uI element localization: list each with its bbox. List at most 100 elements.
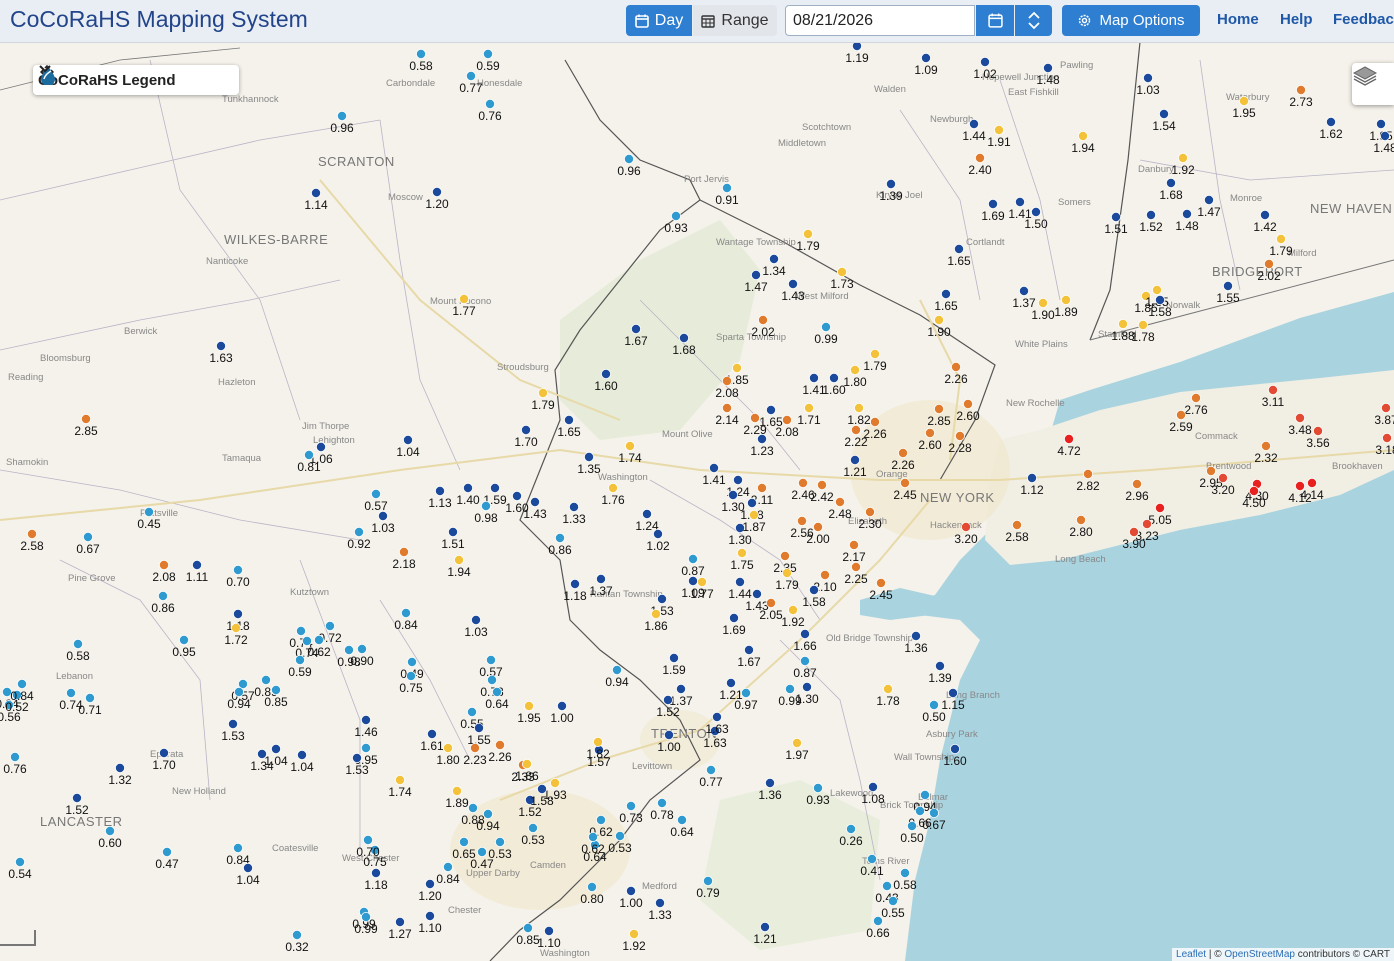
station-dot[interactable] — [821, 321, 832, 332]
station-dot[interactable] — [1261, 440, 1272, 451]
station-marker[interactable]: 0.67 — [76, 532, 100, 556]
station-dot[interactable] — [782, 568, 793, 579]
station-dot[interactable] — [537, 784, 548, 795]
station-dot[interactable] — [625, 440, 636, 451]
station-dot[interactable] — [1249, 485, 1260, 496]
station-marker[interactable]: 0.57 — [364, 488, 388, 513]
station-dot[interactable] — [679, 332, 690, 343]
station-dot[interactable] — [852, 42, 862, 51]
station-marker[interactable]: 1.69 — [722, 613, 746, 637]
station-dot[interactable] — [467, 803, 478, 814]
station-marker[interactable]: 2.25 — [844, 562, 868, 586]
station-marker[interactable]: 1.52 — [65, 793, 89, 817]
station-marker[interactable]: 0.99 — [814, 321, 838, 346]
station-dot[interactable] — [295, 626, 306, 637]
station-dot[interactable] — [780, 551, 791, 562]
station-marker[interactable]: 1.65 — [557, 414, 581, 439]
station-marker[interactable]: 0.71 — [78, 693, 102, 717]
station-dot[interactable] — [929, 808, 940, 819]
station-marker[interactable]: 0.96 — [330, 111, 354, 135]
station-marker[interactable]: 1.32 — [108, 763, 132, 787]
station-marker[interactable]: 1.95 — [517, 701, 541, 725]
station-dot[interactable] — [596, 574, 607, 585]
station-dot[interactable] — [601, 368, 612, 379]
chevron-up-icon[interactable] — [1027, 11, 1040, 19]
station-marker[interactable]: 0.86 — [151, 591, 175, 615]
station-dot[interactable] — [1376, 119, 1387, 130]
station-dot[interactable] — [1111, 211, 1122, 222]
station-dot[interactable] — [954, 243, 965, 254]
station-dot[interactable] — [313, 635, 324, 646]
station-dot[interactable] — [424, 911, 435, 922]
station-dot[interactable] — [1204, 194, 1215, 205]
station-dot[interactable] — [1159, 109, 1170, 120]
station-marker[interactable]: 1.23 — [750, 433, 774, 458]
station-marker[interactable]: 2.56 — [790, 516, 814, 540]
station-marker[interactable]: 0.76 — [478, 99, 502, 123]
station-marker[interactable]: 0.70 — [226, 565, 250, 589]
station-marker[interactable]: 1.18 — [563, 579, 587, 603]
station-dot[interactable] — [451, 786, 462, 797]
station-marker[interactable]: 1.37 — [1012, 285, 1036, 310]
station-marker[interactable]: 1.51 — [1104, 211, 1128, 236]
station-marker[interactable]: 0.84 — [10, 679, 34, 703]
station-dot[interactable] — [466, 707, 477, 718]
station-marker[interactable]: 1.19 — [845, 42, 869, 65]
station-dot[interactable] — [402, 434, 413, 445]
station-dot[interactable] — [458, 837, 469, 848]
station-marker[interactable]: 1.47 — [1197, 194, 1221, 219]
station-dot[interactable] — [521, 424, 532, 435]
station-dot[interactable] — [935, 661, 946, 672]
station-dot[interactable] — [920, 790, 931, 801]
station-dot[interactable] — [1076, 515, 1087, 526]
station-dot[interactable] — [415, 49, 426, 60]
station-dot[interactable] — [1027, 472, 1038, 483]
station-dot[interactable] — [803, 228, 814, 239]
station-dot[interactable] — [988, 198, 999, 209]
station-dot[interactable] — [850, 454, 861, 465]
station-dot[interactable] — [1218, 472, 1229, 483]
range-button[interactable]: Range — [693, 5, 777, 36]
station-dot[interactable] — [929, 700, 940, 711]
station-dot[interactable] — [270, 685, 281, 696]
station-marker[interactable]: 0.87 — [681, 554, 705, 578]
station-marker[interactable]: 1.71 — [797, 402, 821, 427]
station-dot[interactable] — [555, 533, 566, 544]
station-dot[interactable] — [161, 847, 172, 858]
station-dot[interactable] — [1178, 152, 1189, 163]
station-marker[interactable]: 0.99 — [354, 912, 378, 936]
station-dot[interactable] — [629, 929, 640, 940]
station-dot[interactable] — [1260, 209, 1271, 220]
station-dot[interactable] — [233, 687, 244, 698]
station-dot[interactable] — [737, 548, 748, 559]
station-dot[interactable] — [868, 782, 879, 793]
station-marker[interactable]: 0.86 — [548, 533, 572, 557]
station-dot[interactable] — [370, 868, 381, 879]
station-marker[interactable]: 1.91 — [987, 125, 1011, 149]
station-dot[interactable] — [851, 424, 862, 435]
station-dot[interactable] — [911, 631, 922, 642]
nav-help-link[interactable]: Help — [1280, 11, 1313, 28]
station-dot[interactable] — [569, 501, 580, 512]
station-dot[interactable] — [370, 488, 381, 499]
station-dot[interactable] — [351, 753, 362, 764]
station-marker[interactable]: 1.68 — [1159, 177, 1183, 202]
station-dot[interactable] — [994, 125, 1005, 136]
station-marker[interactable]: 2.17 — [842, 540, 866, 564]
station-dot[interactable] — [587, 882, 598, 893]
station-marker[interactable]: 1.63 — [209, 340, 233, 365]
station-marker[interactable]: 0.87 — [793, 656, 817, 680]
station-marker[interactable]: 1.90 — [927, 314, 951, 339]
station-marker[interactable]: 2.58 — [20, 529, 44, 553]
station-dot[interactable] — [797, 516, 808, 527]
station-dot[interactable] — [431, 186, 442, 197]
station-dot[interactable] — [809, 372, 820, 383]
station-dot[interactable] — [9, 752, 20, 763]
station-marker[interactable]: 1.37 — [589, 574, 613, 598]
station-dot[interactable] — [820, 570, 831, 581]
station-dot[interactable] — [596, 815, 607, 826]
station-dot[interactable] — [1296, 85, 1307, 96]
station-dot[interactable] — [242, 863, 253, 874]
station-dot[interactable] — [1146, 209, 1157, 220]
station-dot[interactable] — [294, 655, 305, 666]
